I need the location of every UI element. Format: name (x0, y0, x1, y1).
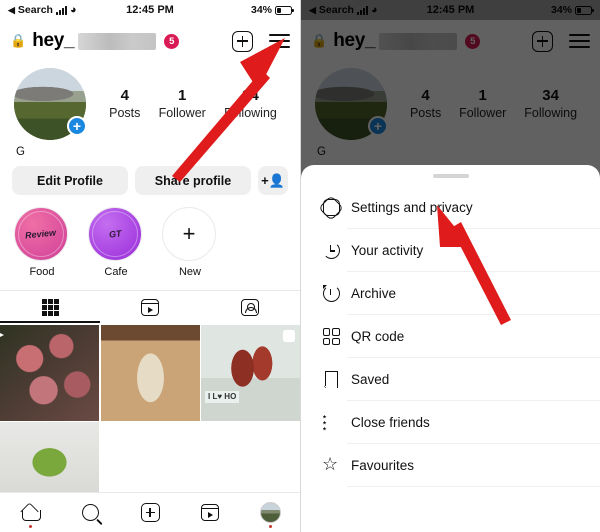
tagged-icon (241, 298, 259, 316)
menu-item-label: QR code (351, 329, 405, 344)
menu-item-label: Settings and privacy (351, 200, 473, 215)
profile-summary-row: + 4 Posts 1 Follower 34 Following (0, 62, 300, 140)
menu-item-favourites[interactable]: ☆ Favourites (301, 444, 600, 487)
plus-square-icon[interactable] (232, 30, 253, 52)
nav-search[interactable] (75, 500, 105, 526)
profile-action-buttons: Edit Profile Share profile +👤 (0, 158, 300, 195)
profile-tabs (0, 290, 300, 323)
activity-clock-icon (315, 242, 347, 259)
header-actions (232, 30, 290, 52)
stat-following-label: Following (224, 105, 277, 120)
highlight-food[interactable]: Review Food (14, 207, 70, 278)
table-row[interactable] (100, 324, 200, 421)
highlight-cafe-cover: GT (88, 207, 142, 261)
table-row[interactable]: I L♥ HO (201, 324, 300, 421)
menu-item-label: Your activity (351, 243, 424, 258)
menu-item-label: Favourites (351, 458, 415, 473)
menu-item-qr-code[interactable]: QR code (301, 315, 600, 358)
story-highlights: Review Food GT Cafe + New (0, 195, 300, 278)
highlight-new[interactable]: + New (162, 207, 218, 278)
table-row[interactable] (0, 324, 99, 421)
profile-avatar-icon (259, 502, 281, 523)
tab-grid[interactable] (0, 291, 100, 323)
highlight-new-label: New (178, 266, 201, 278)
profile-header: 🔒 hey_ 5 (0, 20, 300, 62)
menu-list: Settings and privacy Your activity Archi… (301, 178, 600, 487)
bottom-nav (0, 492, 300, 532)
qr-code-icon (315, 328, 347, 345)
highlight-food-cover-text: Review (25, 227, 57, 241)
reels-icon (201, 504, 219, 521)
highlight-cafe-label: Cafe (104, 266, 128, 278)
carousel-icon (283, 329, 295, 342)
stat-followers-label: Follower (158, 105, 206, 120)
avatar[interactable]: + (14, 68, 87, 140)
tab-tagged[interactable] (200, 291, 300, 323)
add-story-button[interactable]: + (67, 116, 87, 136)
stat-following-value: 34 (242, 86, 259, 104)
menu-bottom-sheet: Settings and privacy Your activity Archi… (301, 165, 600, 532)
tab-reels[interactable] (100, 291, 200, 323)
home-icon (21, 504, 41, 521)
screen-menu-sheet: ◀ Search ◕ 12:45 PM 34% 🔒 hey_ 5 (300, 0, 600, 532)
menu-item-settings-and-privacy[interactable]: Settings and privacy (301, 186, 600, 229)
stat-followers[interactable]: 1 Follower (159, 87, 206, 122)
lock-icon: 🔒 (10, 33, 27, 48)
gear-icon (315, 199, 347, 216)
nav-create[interactable] (135, 500, 165, 526)
post-grid: I L♥ HO (0, 323, 300, 518)
stat-following[interactable]: 34 Following (224, 87, 277, 122)
notification-badge[interactable]: 5 (164, 33, 180, 49)
menu-item-close-friends[interactable]: Close friends (301, 401, 600, 444)
status-bar: ◀ Search ◕ 12:45 PM 34% (0, 0, 300, 20)
battery-icon (275, 5, 294, 15)
add-square-icon (140, 503, 160, 522)
menu-item-label: Saved (351, 372, 390, 387)
stat-posts-label: Posts (109, 105, 141, 120)
menu-item-archive[interactable]: Archive (301, 272, 600, 315)
stat-posts-value: 4 (120, 86, 129, 104)
close-friends-list-icon (315, 414, 347, 431)
hamburger-menu-icon[interactable] (269, 33, 290, 49)
stat-followers-value: 1 (178, 86, 187, 104)
status-bar-time: 12:45 PM (126, 4, 174, 16)
highlight-cafe[interactable]: GT Cafe (88, 207, 144, 278)
reels-icon (141, 298, 159, 316)
share-profile-button[interactable]: Share profile (135, 166, 251, 195)
scrim-status-overlay (301, 0, 600, 20)
edit-profile-button[interactable]: Edit Profile (12, 166, 128, 195)
stat-posts[interactable]: 4 Posts (109, 87, 140, 122)
screenshot-root: ◀ Search ◕ 12:45 PM 34% 🔒 hey_ 5 + 4 Pos… (0, 0, 600, 532)
star-icon: ☆ (322, 454, 339, 474)
nav-reels[interactable] (195, 500, 225, 526)
username-blurred-redaction (78, 32, 157, 50)
nav-home[interactable] (15, 500, 45, 528)
menu-item-your-activity[interactable]: Your activity (301, 229, 600, 272)
add-person-icon[interactable]: +👤 (258, 166, 288, 195)
highlight-food-label: Food (29, 266, 55, 278)
menu-item-saved[interactable]: Saved (301, 358, 600, 401)
menu-item-label: Close friends (351, 415, 430, 430)
screen-profile: ◀ Search ◕ 12:45 PM 34% 🔒 hey_ 5 + 4 Pos… (0, 0, 300, 532)
nav-profile[interactable] (255, 500, 285, 528)
grid-icon (41, 298, 59, 316)
menu-item-label: Archive (351, 286, 397, 301)
highlight-cafe-cover-text: GT (108, 228, 122, 240)
profile-stats: 4 Posts 1 Follower 34 Following (86, 87, 286, 122)
username-label[interactable]: hey_ (32, 30, 74, 52)
plus-icon: + (162, 207, 216, 261)
post-overlay-text: I L♥ HO (205, 390, 240, 403)
bookmark-icon (315, 371, 347, 388)
archive-clock-icon (315, 285, 347, 302)
highlight-food-cover: Review (14, 207, 68, 261)
display-name: G (16, 146, 25, 158)
search-icon (81, 504, 99, 521)
